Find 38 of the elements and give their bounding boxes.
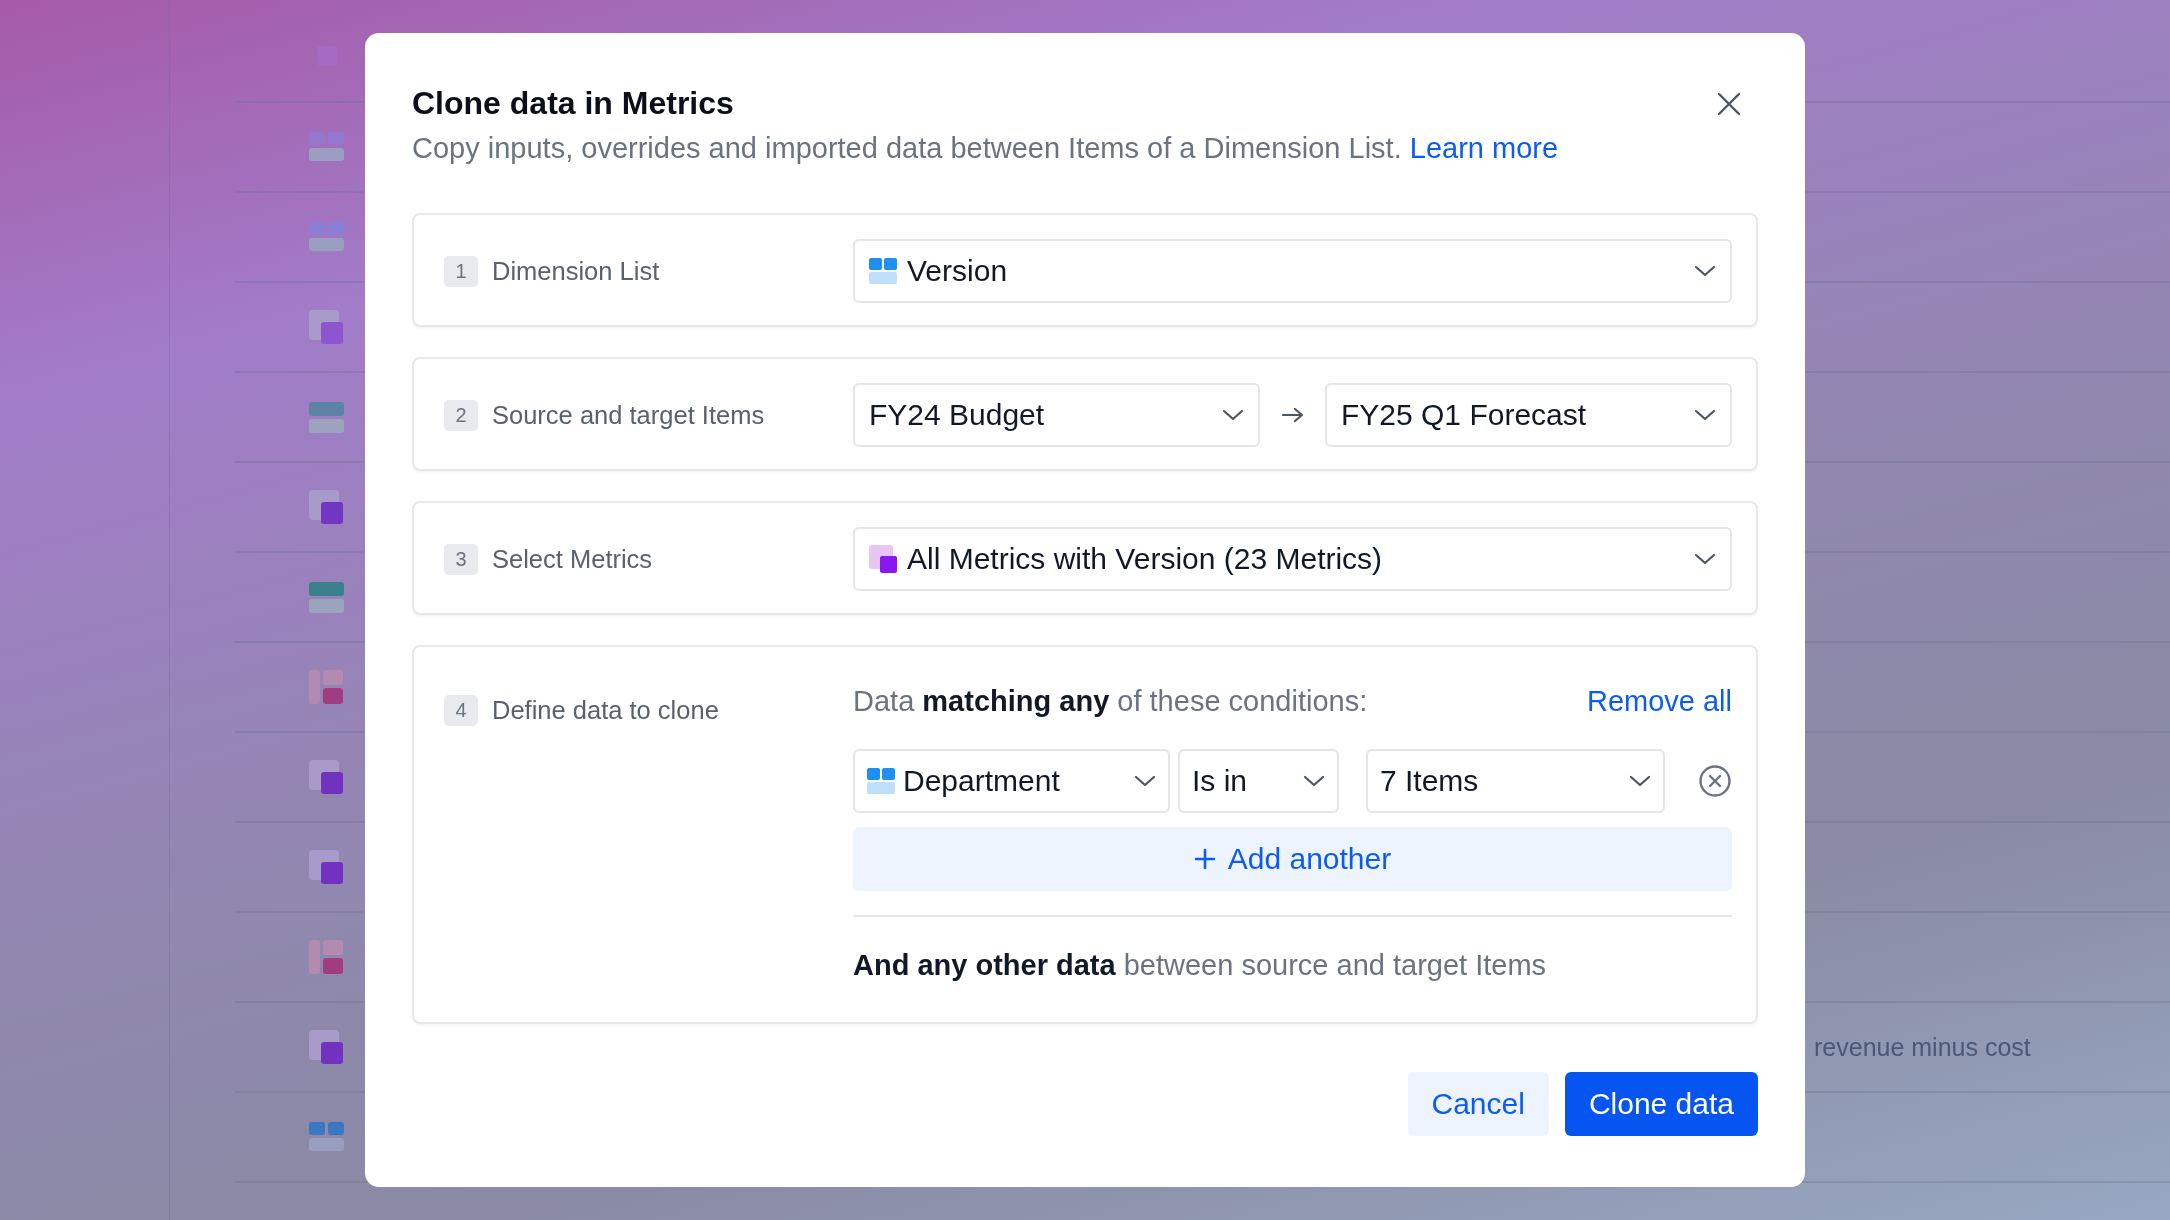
cancel-button[interactable]: Cancel (1407, 1072, 1549, 1136)
learn-more-link[interactable]: Learn more (1409, 132, 1559, 164)
dialog-title: Clone data in Metrics (412, 85, 735, 122)
operator-dropdown[interactable]: Is in (1178, 749, 1339, 813)
grid-icon (869, 258, 897, 284)
step-number: 3 (444, 543, 478, 575)
step-label: Select Metrics (492, 544, 653, 574)
footer-note: And any other data between source and target Items (853, 949, 1548, 982)
remove-all-link[interactable]: Remove all (1586, 684, 1732, 718)
plus-icon (1193, 848, 1216, 870)
source-dropdown[interactable]: FY24 Budget (853, 383, 1260, 447)
select-dropdown[interactable]: Version (853, 239, 1732, 303)
step-label: Define data to clone (492, 696, 719, 725)
target-dropdown[interactable]: FY25 Q1 Forecast (1325, 383, 1732, 447)
metric-icon (869, 545, 897, 573)
conditions-intro: Data matching any of these conditions: (853, 684, 1368, 718)
chevron-down-icon (1694, 553, 1716, 565)
add-another-button[interactable]: Add another (853, 827, 1732, 891)
chevron-down-icon (1629, 775, 1651, 787)
select-dropdown[interactable]: All Metrics with Version (23 Metrics) (853, 527, 1732, 591)
remove-condition-button[interactable] (1698, 764, 1732, 798)
values-dropdown[interactable]: 7 Items (1366, 749, 1665, 813)
step-label: Dimension List (492, 256, 660, 286)
dimension-dropdown[interactable]: Department (853, 749, 1170, 813)
grid-icon (867, 768, 895, 794)
chevron-down-icon (1303, 775, 1325, 787)
chevron-down-icon (1222, 409, 1244, 421)
arrow-right-icon (1280, 407, 1305, 423)
chevron-down-icon (1694, 409, 1716, 421)
dialog-subtitle: Copy inputs, overrides and imported data between Items of a Dimension List. (412, 132, 1402, 164)
step-number: 1 (444, 255, 478, 287)
row-description: revenue minus cost (1814, 1032, 2031, 1062)
step-number: 4 (444, 695, 478, 726)
chevron-down-icon (1694, 265, 1716, 277)
clone-button[interactable]: Clone data (1564, 1072, 1758, 1136)
chevron-down-icon (1134, 775, 1156, 787)
step-label: Source and target Items (492, 400, 765, 430)
step-number: 2 (444, 399, 478, 431)
